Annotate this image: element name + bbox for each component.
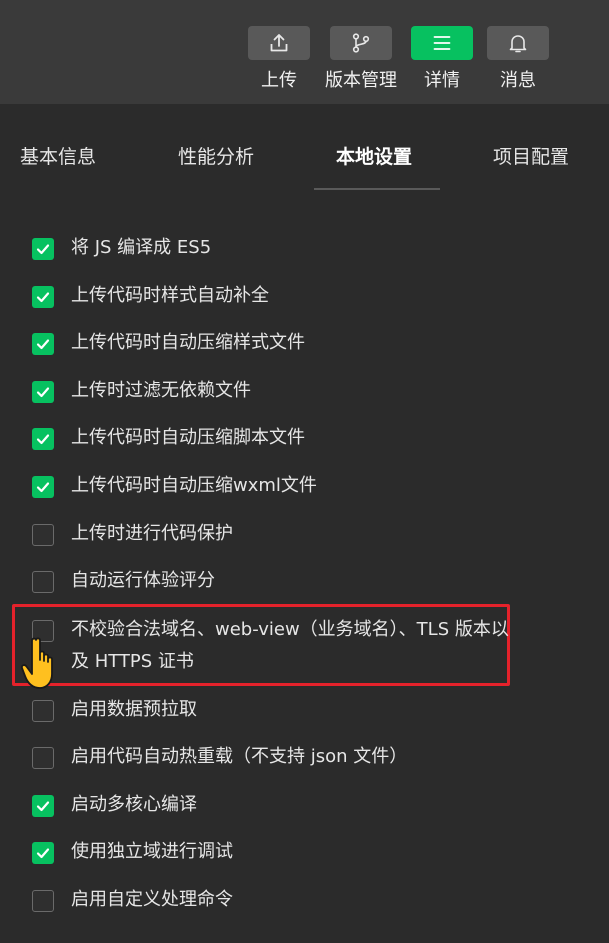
option-label: 使用独立域进行调试	[71, 841, 233, 862]
checkmark-icon	[36, 339, 50, 350]
option-label: 启用自定义处理命令	[71, 889, 233, 910]
option-item[interactable]: 启用代码自动热重载（不支持 json 文件）	[32, 746, 511, 773]
checkbox-unchecked[interactable]	[32, 700, 54, 722]
option-skip-domain-check[interactable]: 不校验合法域名、web-view（业务域名）、TLS 版本以及 HTTPS 证书	[32, 619, 511, 678]
option-label: 启用数据预拉取	[71, 699, 197, 720]
toolbar: 上传 版本管理 详情 消息	[0, 0, 609, 104]
option-label: 上传时过滤无依赖文件	[71, 380, 251, 401]
option-label: 上传代码时自动压缩脚本文件	[71, 427, 305, 448]
checkbox-checked[interactable]	[32, 476, 54, 498]
checkmark-icon	[36, 848, 50, 859]
tab-performance[interactable]: 性能分析	[178, 142, 254, 169]
tab-basic-info[interactable]: 基本信息	[20, 142, 96, 169]
option-item[interactable]: 上传时进行代码保护	[32, 523, 511, 550]
hand-cursor-icon	[20, 637, 53, 689]
checkbox-unchecked[interactable]	[32, 747, 54, 769]
branch-icon	[330, 26, 392, 60]
option-item[interactable]: 上传代码时样式自动补全	[32, 285, 511, 312]
option-item[interactable]: 上传时过滤无依赖文件	[32, 380, 511, 407]
details-button[interactable]: 详情	[411, 26, 473, 92]
bell-icon	[487, 26, 549, 60]
option-label: 上传时进行代码保护	[71, 523, 233, 544]
option-item[interactable]: 启动多核心编译	[32, 794, 511, 821]
option-label: 启动多核心编译	[71, 794, 197, 815]
checkbox-checked[interactable]	[32, 428, 54, 450]
option-item[interactable]: 自动运行体验评分	[32, 570, 511, 597]
checkbox-checked[interactable]	[32, 381, 54, 403]
checkbox-checked[interactable]	[32, 333, 54, 355]
active-tab-underline	[314, 188, 440, 190]
messages-label: 消息	[500, 70, 536, 91]
upload-label: 上传	[261, 70, 297, 91]
checkmark-icon	[36, 434, 50, 445]
option-item[interactable]: 上传代码时自动压缩样式文件	[32, 332, 511, 359]
option-item[interactable]: 启用自定义处理命令	[32, 889, 511, 916]
checkmark-icon	[36, 482, 50, 493]
option-item[interactable]: 启用数据预拉取	[32, 699, 511, 726]
checkbox-unchecked[interactable]	[32, 890, 54, 912]
upload-icon	[248, 26, 310, 60]
checkbox-unchecked[interactable]	[32, 571, 54, 593]
option-item[interactable]: 将 JS 编译成 ES5	[32, 237, 511, 264]
checkmark-icon	[36, 801, 50, 812]
option-label: 启用代码自动热重载（不支持 json 文件）	[71, 746, 408, 767]
checkbox-checked[interactable]	[32, 842, 54, 864]
upload-button[interactable]: 上传	[248, 26, 310, 92]
tab-local-settings[interactable]: 本地设置	[336, 142, 412, 169]
option-label: 不校验合法域名、web-view（业务域名）、TLS 版本以及 HTTPS 证书	[71, 619, 509, 672]
checkbox-unchecked[interactable]	[32, 524, 54, 546]
checkbox-checked[interactable]	[32, 238, 54, 260]
settings-tabs: 基本信息 性能分析 本地设置 项目配置	[0, 104, 609, 194]
option-label: 上传代码时自动压缩样式文件	[71, 332, 305, 353]
checkmark-icon	[36, 244, 50, 255]
messages-button[interactable]: 消息	[487, 26, 549, 92]
tab-project-config[interactable]: 项目配置	[493, 142, 569, 169]
option-item[interactable]: 上传代码时自动压缩wxml文件	[32, 475, 511, 502]
option-item[interactable]: 使用独立域进行调试	[32, 841, 511, 868]
option-item[interactable]: 上传代码时自动压缩脚本文件	[32, 427, 511, 454]
option-label: 自动运行体验评分	[71, 570, 215, 591]
option-label: 将 JS 编译成 ES5	[71, 237, 212, 258]
version-management-label: 版本管理	[325, 70, 397, 91]
checkbox-checked[interactable]	[32, 286, 54, 308]
checkbox-checked[interactable]	[32, 795, 54, 817]
checkmark-icon	[36, 292, 50, 303]
version-management-button[interactable]: 版本管理	[325, 26, 397, 92]
checkmark-icon	[36, 387, 50, 398]
option-label: 上传代码时样式自动补全	[71, 285, 269, 306]
menu-icon	[411, 26, 473, 60]
option-label: 上传代码时自动压缩wxml文件	[71, 475, 317, 496]
